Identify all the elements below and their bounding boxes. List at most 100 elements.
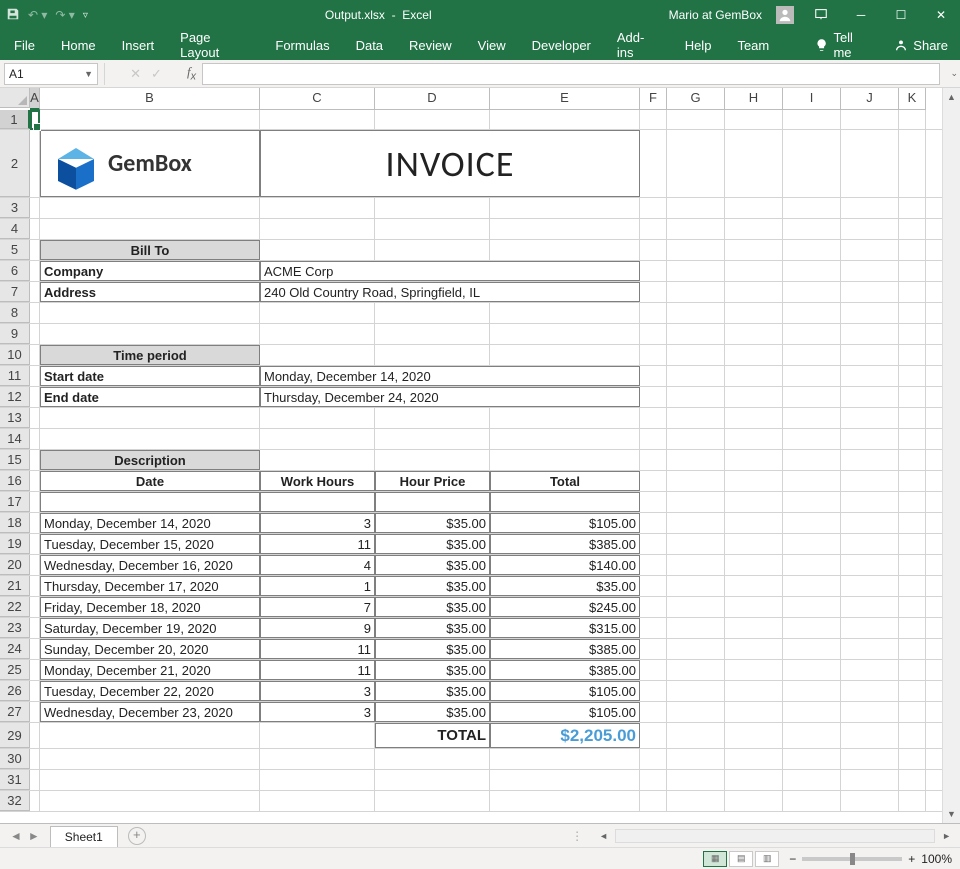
cell[interactable] xyxy=(375,198,490,218)
cell[interactable] xyxy=(899,471,926,491)
cell[interactable] xyxy=(783,303,841,323)
cell[interactable] xyxy=(40,749,260,769)
cell[interactable] xyxy=(640,513,667,533)
cell[interactable] xyxy=(783,387,841,407)
table-row[interactable]: Monday, December 14, 2020 xyxy=(40,513,260,533)
row-header-12[interactable]: 12 xyxy=(0,387,30,407)
zoom-slider[interactable] xyxy=(802,857,902,861)
cell[interactable] xyxy=(667,110,725,129)
cell[interactable] xyxy=(783,366,841,386)
row-header-27[interactable]: 27 xyxy=(0,702,30,722)
cell[interactable] xyxy=(667,639,725,659)
start-date-value[interactable]: Monday, December 14, 2020 xyxy=(260,366,640,386)
cell[interactable] xyxy=(640,450,667,470)
cell[interactable] xyxy=(841,770,899,790)
tab-review[interactable]: Review xyxy=(407,34,454,57)
cell[interactable] xyxy=(260,408,375,428)
cell[interactable] xyxy=(725,366,783,386)
cell[interactable] xyxy=(667,429,725,449)
col-date-header[interactable]: Date xyxy=(40,471,260,491)
company-label[interactable]: Company xyxy=(40,261,260,281)
cell[interactable] xyxy=(899,110,926,129)
cell[interactable] xyxy=(783,597,841,617)
cell[interactable] xyxy=(375,791,490,811)
logo-cell[interactable]: GemBox xyxy=(40,130,260,197)
cell[interactable] xyxy=(490,450,640,470)
hscroll-left-icon[interactable]: ◄ xyxy=(596,831,611,841)
row-header-10[interactable]: 10 xyxy=(0,345,30,365)
table-row[interactable]: $385.00 xyxy=(490,534,640,554)
cell[interactable] xyxy=(667,723,725,748)
description-header[interactable]: Description xyxy=(40,450,260,470)
cell[interactable] xyxy=(260,450,375,470)
row-header-17[interactable]: 17 xyxy=(0,492,30,512)
cell[interactable] xyxy=(260,770,375,790)
cell[interactable] xyxy=(375,429,490,449)
cell[interactable] xyxy=(667,450,725,470)
vertical-scrollbar[interactable]: ▲ ▼ xyxy=(942,88,960,823)
cell[interactable] xyxy=(841,240,899,260)
col-header-B[interactable]: B xyxy=(40,88,260,110)
cell[interactable] xyxy=(899,261,926,281)
cell[interactable] xyxy=(30,198,40,218)
cancel-formula-icon[interactable]: ✕ xyxy=(130,66,141,82)
cell[interactable] xyxy=(725,303,783,323)
cell[interactable] xyxy=(40,492,260,512)
table-row[interactable]: $105.00 xyxy=(490,702,640,722)
col-header-I[interactable]: I xyxy=(783,88,841,110)
bill-to-header[interactable]: Bill To xyxy=(40,240,260,260)
table-row[interactable]: $105.00 xyxy=(490,681,640,701)
table-row[interactable]: $35.00 xyxy=(490,576,640,596)
cell[interactable] xyxy=(375,324,490,344)
row-header-21[interactable]: 21 xyxy=(0,576,30,596)
table-row[interactable]: Tuesday, December 15, 2020 xyxy=(40,534,260,554)
cell[interactable] xyxy=(899,702,926,722)
maximize-button[interactable]: ☐ xyxy=(888,8,914,22)
cell[interactable] xyxy=(841,261,899,281)
cell[interactable] xyxy=(667,492,725,512)
cell[interactable] xyxy=(490,749,640,769)
cell[interactable] xyxy=(783,219,841,239)
cell[interactable] xyxy=(899,534,926,554)
cell[interactable] xyxy=(783,618,841,638)
cell[interactable] xyxy=(490,791,640,811)
cell[interactable] xyxy=(783,492,841,512)
redo-icon[interactable]: ↷ ▾ xyxy=(55,8,74,22)
cell[interactable] xyxy=(375,303,490,323)
cell[interactable] xyxy=(725,770,783,790)
cell[interactable] xyxy=(30,282,40,302)
tab-add-ins[interactable]: Add-ins xyxy=(615,26,661,64)
cell[interactable] xyxy=(640,770,667,790)
cell[interactable] xyxy=(725,492,783,512)
cell[interactable] xyxy=(30,555,40,575)
cell[interactable] xyxy=(841,198,899,218)
cell[interactable] xyxy=(899,618,926,638)
cell[interactable] xyxy=(725,660,783,680)
cell[interactable] xyxy=(725,723,783,748)
cell[interactable] xyxy=(40,791,260,811)
cell[interactable] xyxy=(841,639,899,659)
cell[interactable] xyxy=(725,429,783,449)
table-row[interactable]: 9 xyxy=(260,618,375,638)
cell[interactable] xyxy=(667,240,725,260)
table-row[interactable]: Tuesday, December 22, 2020 xyxy=(40,681,260,701)
table-row[interactable]: Friday, December 18, 2020 xyxy=(40,597,260,617)
tab-insert[interactable]: Insert xyxy=(120,34,157,57)
table-row[interactable]: Wednesday, December 23, 2020 xyxy=(40,702,260,722)
undo-icon[interactable]: ↶ ▾ xyxy=(28,8,47,22)
cell[interactable] xyxy=(899,387,926,407)
row-header-24[interactable]: 24 xyxy=(0,639,30,659)
cell[interactable] xyxy=(667,660,725,680)
cell[interactable] xyxy=(490,303,640,323)
cell[interactable] xyxy=(40,303,260,323)
cell[interactable] xyxy=(260,345,375,365)
table-row[interactable]: $35.00 xyxy=(375,639,490,659)
cell[interactable] xyxy=(899,198,926,218)
cell[interactable] xyxy=(30,450,40,470)
zoom-level[interactable]: 100% xyxy=(921,852,952,866)
cell[interactable] xyxy=(30,723,40,748)
cell[interactable] xyxy=(667,770,725,790)
cell[interactable] xyxy=(899,723,926,748)
cell[interactable] xyxy=(841,387,899,407)
col-hour-price-header[interactable]: Hour Price xyxy=(375,471,490,491)
